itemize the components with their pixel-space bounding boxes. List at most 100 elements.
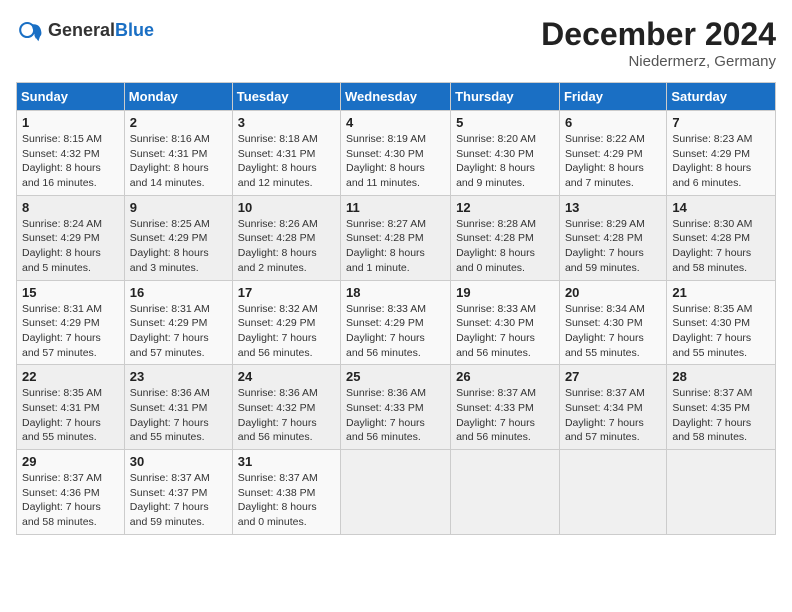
calendar-cell: 23 Sunrise: 8:36 AM Sunset: 4:31 PM Dayl…: [124, 365, 232, 450]
calendar-cell: [559, 450, 666, 535]
logo-general: General: [48, 20, 115, 40]
day-info: Sunrise: 8:37 AM Sunset: 4:35 PM Dayligh…: [672, 386, 770, 445]
day-number: 4: [346, 115, 445, 130]
day-number: 2: [130, 115, 227, 130]
logo-blue: Blue: [115, 20, 154, 40]
calendar-week-row: 8 Sunrise: 8:24 AM Sunset: 4:29 PM Dayli…: [17, 195, 776, 280]
day-info: Sunrise: 8:15 AM Sunset: 4:32 PM Dayligh…: [22, 132, 119, 191]
col-wednesday: Wednesday: [341, 83, 451, 111]
calendar-cell: 12 Sunrise: 8:28 AM Sunset: 4:28 PM Dayl…: [451, 195, 560, 280]
day-info: Sunrise: 8:31 AM Sunset: 4:29 PM Dayligh…: [130, 302, 227, 361]
calendar-cell: 18 Sunrise: 8:33 AM Sunset: 4:29 PM Dayl…: [341, 280, 451, 365]
day-info: Sunrise: 8:37 AM Sunset: 4:37 PM Dayligh…: [130, 471, 227, 530]
page-header: GeneralBlue December 2024 Niedermerz, Ge…: [16, 16, 776, 70]
day-info: Sunrise: 8:36 AM Sunset: 4:33 PM Dayligh…: [346, 386, 445, 445]
day-number: 14: [672, 200, 770, 215]
calendar-cell: 17 Sunrise: 8:32 AM Sunset: 4:29 PM Dayl…: [232, 280, 340, 365]
calendar-cell: 27 Sunrise: 8:37 AM Sunset: 4:34 PM Dayl…: [559, 365, 666, 450]
day-number: 24: [238, 369, 335, 384]
calendar-cell: 26 Sunrise: 8:37 AM Sunset: 4:33 PM Dayl…: [451, 365, 560, 450]
day-number: 12: [456, 200, 554, 215]
col-sunday: Sunday: [17, 83, 125, 111]
day-info: Sunrise: 8:20 AM Sunset: 4:30 PM Dayligh…: [456, 132, 554, 191]
calendar-week-row: 1 Sunrise: 8:15 AM Sunset: 4:32 PM Dayli…: [17, 111, 776, 196]
calendar-cell: 10 Sunrise: 8:26 AM Sunset: 4:28 PM Dayl…: [232, 195, 340, 280]
col-tuesday: Tuesday: [232, 83, 340, 111]
day-info: Sunrise: 8:36 AM Sunset: 4:31 PM Dayligh…: [130, 386, 227, 445]
calendar-cell: 25 Sunrise: 8:36 AM Sunset: 4:33 PM Dayl…: [341, 365, 451, 450]
calendar-cell: 31 Sunrise: 8:37 AM Sunset: 4:38 PM Dayl…: [232, 450, 340, 535]
title-block: December 2024 Niedermerz, Germany: [541, 16, 776, 70]
day-info: Sunrise: 8:18 AM Sunset: 4:31 PM Dayligh…: [238, 132, 335, 191]
day-info: Sunrise: 8:16 AM Sunset: 4:31 PM Dayligh…: [130, 132, 227, 191]
day-number: 8: [22, 200, 119, 215]
day-info: Sunrise: 8:37 AM Sunset: 4:38 PM Dayligh…: [238, 471, 335, 530]
day-info: Sunrise: 8:30 AM Sunset: 4:28 PM Dayligh…: [672, 217, 770, 276]
day-number: 19: [456, 285, 554, 300]
day-number: 15: [22, 285, 119, 300]
day-number: 16: [130, 285, 227, 300]
day-number: 31: [238, 454, 335, 469]
calendar-cell: 4 Sunrise: 8:19 AM Sunset: 4:30 PM Dayli…: [341, 111, 451, 196]
day-number: 3: [238, 115, 335, 130]
day-number: 5: [456, 115, 554, 130]
calendar-cell: 15 Sunrise: 8:31 AM Sunset: 4:29 PM Dayl…: [17, 280, 125, 365]
calendar-week-row: 15 Sunrise: 8:31 AM Sunset: 4:29 PM Dayl…: [17, 280, 776, 365]
day-info: Sunrise: 8:29 AM Sunset: 4:28 PM Dayligh…: [565, 217, 661, 276]
day-number: 17: [238, 285, 335, 300]
location-subtitle: Niedermerz, Germany: [541, 53, 776, 70]
day-info: Sunrise: 8:32 AM Sunset: 4:29 PM Dayligh…: [238, 302, 335, 361]
day-number: 29: [22, 454, 119, 469]
day-info: Sunrise: 8:24 AM Sunset: 4:29 PM Dayligh…: [22, 217, 119, 276]
calendar-cell: 8 Sunrise: 8:24 AM Sunset: 4:29 PM Dayli…: [17, 195, 125, 280]
calendar-cell: 21 Sunrise: 8:35 AM Sunset: 4:30 PM Dayl…: [667, 280, 776, 365]
day-info: Sunrise: 8:35 AM Sunset: 4:30 PM Dayligh…: [672, 302, 770, 361]
day-number: 18: [346, 285, 445, 300]
day-info: Sunrise: 8:37 AM Sunset: 4:34 PM Dayligh…: [565, 386, 661, 445]
calendar-cell: 28 Sunrise: 8:37 AM Sunset: 4:35 PM Dayl…: [667, 365, 776, 450]
day-info: Sunrise: 8:22 AM Sunset: 4:29 PM Dayligh…: [565, 132, 661, 191]
calendar-cell: [667, 450, 776, 535]
calendar-cell: 3 Sunrise: 8:18 AM Sunset: 4:31 PM Dayli…: [232, 111, 340, 196]
day-number: 26: [456, 369, 554, 384]
calendar-week-row: 22 Sunrise: 8:35 AM Sunset: 4:31 PM Dayl…: [17, 365, 776, 450]
calendar-cell: 20 Sunrise: 8:34 AM Sunset: 4:30 PM Dayl…: [559, 280, 666, 365]
calendar-cell: 14 Sunrise: 8:30 AM Sunset: 4:28 PM Dayl…: [667, 195, 776, 280]
calendar-week-row: 29 Sunrise: 8:37 AM Sunset: 4:36 PM Dayl…: [17, 450, 776, 535]
calendar-cell: 29 Sunrise: 8:37 AM Sunset: 4:36 PM Dayl…: [17, 450, 125, 535]
day-info: Sunrise: 8:37 AM Sunset: 4:36 PM Dayligh…: [22, 471, 119, 530]
day-info: Sunrise: 8:23 AM Sunset: 4:29 PM Dayligh…: [672, 132, 770, 191]
calendar-cell: 5 Sunrise: 8:20 AM Sunset: 4:30 PM Dayli…: [451, 111, 560, 196]
calendar-table: Sunday Monday Tuesday Wednesday Thursday…: [16, 82, 776, 535]
calendar-cell: [341, 450, 451, 535]
day-info: Sunrise: 8:33 AM Sunset: 4:30 PM Dayligh…: [456, 302, 554, 361]
calendar-header-row: Sunday Monday Tuesday Wednesday Thursday…: [17, 83, 776, 111]
day-number: 25: [346, 369, 445, 384]
day-info: Sunrise: 8:27 AM Sunset: 4:28 PM Dayligh…: [346, 217, 445, 276]
day-number: 1: [22, 115, 119, 130]
day-number: 27: [565, 369, 661, 384]
day-number: 10: [238, 200, 335, 215]
calendar-cell: [451, 450, 560, 535]
calendar-cell: 24 Sunrise: 8:36 AM Sunset: 4:32 PM Dayl…: [232, 365, 340, 450]
day-info: Sunrise: 8:31 AM Sunset: 4:29 PM Dayligh…: [22, 302, 119, 361]
day-number: 7: [672, 115, 770, 130]
day-info: Sunrise: 8:28 AM Sunset: 4:28 PM Dayligh…: [456, 217, 554, 276]
calendar-cell: 11 Sunrise: 8:27 AM Sunset: 4:28 PM Dayl…: [341, 195, 451, 280]
col-saturday: Saturday: [667, 83, 776, 111]
day-number: 13: [565, 200, 661, 215]
day-number: 6: [565, 115, 661, 130]
calendar-cell: 1 Sunrise: 8:15 AM Sunset: 4:32 PM Dayli…: [17, 111, 125, 196]
day-info: Sunrise: 8:36 AM Sunset: 4:32 PM Dayligh…: [238, 386, 335, 445]
day-number: 28: [672, 369, 770, 384]
calendar-cell: 19 Sunrise: 8:33 AM Sunset: 4:30 PM Dayl…: [451, 280, 560, 365]
col-friday: Friday: [559, 83, 666, 111]
day-number: 30: [130, 454, 227, 469]
day-info: Sunrise: 8:33 AM Sunset: 4:29 PM Dayligh…: [346, 302, 445, 361]
calendar-cell: 22 Sunrise: 8:35 AM Sunset: 4:31 PM Dayl…: [17, 365, 125, 450]
month-year-title: December 2024: [541, 16, 776, 53]
calendar-cell: 16 Sunrise: 8:31 AM Sunset: 4:29 PM Dayl…: [124, 280, 232, 365]
day-info: Sunrise: 8:19 AM Sunset: 4:30 PM Dayligh…: [346, 132, 445, 191]
day-info: Sunrise: 8:25 AM Sunset: 4:29 PM Dayligh…: [130, 217, 227, 276]
calendar-cell: 7 Sunrise: 8:23 AM Sunset: 4:29 PM Dayli…: [667, 111, 776, 196]
